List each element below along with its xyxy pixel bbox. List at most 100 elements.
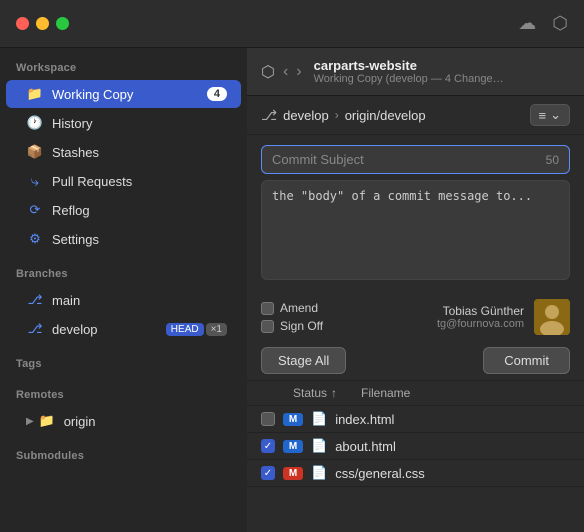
table-row[interactable]: ✓ M 📄 about.html xyxy=(247,433,584,460)
sidebar-item-stashes[interactable]: 📦 Stashes xyxy=(6,138,241,166)
action-buttons: Stage All Commit xyxy=(247,341,584,380)
head-tag: HEAD xyxy=(166,323,204,336)
repo-icon: ⬡ xyxy=(261,62,275,82)
tags-label: Tags xyxy=(0,344,247,375)
right-panel: ⬡ ‹ › carparts-website Working Copy (dev… xyxy=(247,48,584,532)
branch-name: develop xyxy=(283,108,329,123)
reflog-label: Reflog xyxy=(52,203,227,218)
settings-icon: ⚙ xyxy=(26,230,44,248)
stashes-icon: 📦 xyxy=(26,143,44,161)
table-row[interactable]: ✓ M 📄 css/general.css xyxy=(247,460,584,487)
sidebar-item-working-copy[interactable]: 📁 Working Copy 4 xyxy=(6,80,241,108)
traffic-lights xyxy=(16,17,69,30)
sign-off-checkbox-box xyxy=(261,320,274,333)
sidebar-item-settings[interactable]: ⚙ Settings xyxy=(6,225,241,253)
status-badge-index: M xyxy=(283,413,303,426)
working-copy-icon: 📁 xyxy=(26,85,44,103)
file-checkbox-about[interactable]: ✓ xyxy=(261,439,275,453)
working-copy-label: Working Copy xyxy=(52,87,207,102)
sidebar-item-history[interactable]: 🕐 History xyxy=(6,109,241,137)
author-email: tg@fournova.com xyxy=(333,318,524,330)
branch-bar-icon: ⎇ xyxy=(261,107,277,124)
repo-name: carparts-website xyxy=(314,58,570,73)
history-label: History xyxy=(52,116,227,131)
stashes-label: Stashes xyxy=(52,145,227,160)
repo-subtitle: Working Copy (develop — 4 Change… xyxy=(314,73,570,85)
file-table-header: Status ↑ Filename xyxy=(247,381,584,406)
history-icon: 🕐 xyxy=(26,114,44,132)
file-header-status[interactable]: Status ↑ xyxy=(293,386,353,400)
commit-button[interactable]: Commit xyxy=(483,347,570,374)
origin-label: origin xyxy=(64,414,227,429)
commit-subject-placeholder: Commit Subject xyxy=(272,152,364,167)
file-icon-index: 📄 xyxy=(311,411,327,427)
file-name-about: about.html xyxy=(335,439,396,454)
submodules-label: Submodules xyxy=(0,436,247,467)
x1-badge: ×1 xyxy=(206,323,227,336)
file-icon-about: 📄 xyxy=(311,438,327,454)
main-container: Workspace 📁 Working Copy 4 🕐 History 📦 S… xyxy=(0,48,584,532)
branch-arrow: › xyxy=(335,108,339,122)
author-info: Tobias Günther tg@fournova.com xyxy=(333,304,524,330)
commit-subject-counter: 50 xyxy=(546,153,559,167)
branch-remote: origin/develop xyxy=(345,108,426,123)
author-row: Amend Sign Off Tobias Günther tg@fournov… xyxy=(247,293,584,341)
file-checkbox-css[interactable]: ✓ xyxy=(261,466,275,480)
commit-subject-field[interactable]: Commit Subject 50 xyxy=(261,145,570,174)
repo-info: carparts-website Working Copy (develop —… xyxy=(314,58,570,85)
cloud-icon[interactable]: ☁ xyxy=(518,13,536,34)
remote-origin-icon: 📁 xyxy=(38,412,56,430)
settings-label: Settings xyxy=(52,232,227,247)
sidebar-item-reflog[interactable]: ⟳ Reflog xyxy=(6,196,241,224)
author-avatar xyxy=(534,299,570,335)
sidebar: Workspace 📁 Working Copy 4 🕐 History 📦 S… xyxy=(0,48,247,532)
file-name-index: index.html xyxy=(335,412,394,427)
amend-checkbox-box xyxy=(261,302,274,315)
commit-area: Commit Subject 50 the "body" of a commit… xyxy=(247,135,584,293)
file-icon-css: 📄 xyxy=(311,465,327,481)
titlebar-icons: ☁ ⬡ xyxy=(518,13,568,34)
titlebar: ☁ ⬡ xyxy=(0,0,584,48)
stage-all-button[interactable]: Stage All xyxy=(261,347,346,374)
branch-develop-icon: ⎇ xyxy=(26,320,44,338)
checkboxes: Amend Sign Off xyxy=(261,301,323,333)
file-header-filename: Filename xyxy=(361,386,410,400)
traffic-light-red[interactable] xyxy=(16,17,29,30)
file-name-css: css/general.css xyxy=(335,466,425,481)
sidebar-item-develop[interactable]: ⎇ develop HEAD ×1 xyxy=(6,315,241,343)
chevron-down-icon: ⌄ xyxy=(550,107,561,123)
sort-icon: ↑ xyxy=(331,386,337,400)
sidebar-item-main[interactable]: ⎇ main xyxy=(6,286,241,314)
repo-header: ⬡ ‹ › carparts-website Working Copy (dev… xyxy=(247,48,584,96)
traffic-light-green[interactable] xyxy=(56,17,69,30)
author-name: Tobias Günther xyxy=(333,304,524,318)
remotes-label: Remotes xyxy=(0,375,247,406)
expand-arrow: ▶ xyxy=(26,416,34,427)
working-copy-badge: 4 xyxy=(207,87,227,101)
sign-off-checkbox[interactable]: Sign Off xyxy=(261,319,323,333)
develop-branch-label: develop xyxy=(52,322,161,337)
branches-label: Branches xyxy=(0,254,247,285)
branch-bar: ⎇ develop › origin/develop ≡ ⌄ xyxy=(247,96,584,135)
sidebar-item-pull-requests[interactable]: ⤷ Pull Requests xyxy=(6,167,241,195)
sidebar-item-origin[interactable]: ▶ 📁 origin xyxy=(6,407,241,435)
pull-requests-label: Pull Requests xyxy=(52,174,227,189)
list-icon: ≡ xyxy=(539,108,547,123)
branch-main-icon: ⎇ xyxy=(26,291,44,309)
file-checkbox-index[interactable] xyxy=(261,412,275,426)
sign-off-label: Sign Off xyxy=(280,319,323,333)
nav-forward[interactable]: › xyxy=(296,63,301,81)
amend-label: Amend xyxy=(280,301,318,315)
commit-body-textarea[interactable]: the "body" of a commit message to... xyxy=(261,180,570,280)
main-branch-label: main xyxy=(52,293,227,308)
nav-back[interactable]: ‹ xyxy=(283,63,288,81)
box-icon[interactable]: ⬡ xyxy=(552,13,568,34)
traffic-light-yellow[interactable] xyxy=(36,17,49,30)
reflog-icon: ⟳ xyxy=(26,201,44,219)
status-badge-css: M xyxy=(283,467,303,480)
table-row[interactable]: M 📄 index.html xyxy=(247,406,584,433)
status-badge-about: M xyxy=(283,440,303,453)
amend-checkbox[interactable]: Amend xyxy=(261,301,323,315)
pull-requests-icon: ⤷ xyxy=(26,172,44,190)
branch-list-button[interactable]: ≡ ⌄ xyxy=(530,104,571,126)
